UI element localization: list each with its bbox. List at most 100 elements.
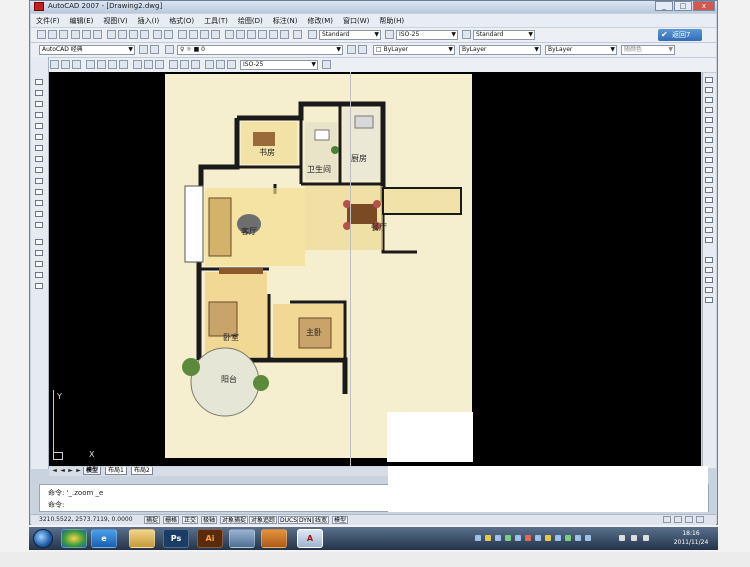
menu-modify[interactable]: 修改(M)	[302, 16, 338, 26]
send-under-icon[interactable]	[705, 297, 713, 303]
tray-icon-7[interactable]	[535, 535, 541, 541]
snap-toggle[interactable]: 捕捉	[144, 516, 161, 524]
send-back-icon[interactable]	[705, 277, 713, 283]
clean-screen-icon[interactable]	[696, 516, 704, 523]
match-properties-icon[interactable]	[140, 30, 149, 39]
dim-text-edit-icon[interactable]	[216, 60, 225, 69]
tray-icon-10[interactable]	[565, 535, 571, 541]
tray-icon-1[interactable]	[475, 535, 481, 541]
table-icon[interactable]	[35, 272, 43, 278]
aligned-dim-icon[interactable]	[50, 60, 59, 69]
minimize-button[interactable]: _	[655, 1, 673, 11]
tray-icon-2[interactable]	[485, 535, 491, 541]
ordinate-dim-icon[interactable]	[72, 60, 81, 69]
return-win7-button[interactable]: ✔ 返回7	[658, 29, 702, 41]
offset-icon[interactable]	[705, 107, 713, 113]
draw-order-icon[interactable]	[705, 257, 713, 263]
quick-leader-icon[interactable]	[169, 60, 178, 69]
tray-icon-8[interactable]	[545, 535, 551, 541]
taskbar-window-icon[interactable]	[229, 529, 255, 548]
layer-previous-icon[interactable]	[358, 45, 367, 54]
tray-icon-3[interactable]	[495, 535, 501, 541]
tray-icon-12[interactable]	[585, 535, 591, 541]
taskbar-illustrator-icon[interactable]: Ai	[197, 529, 223, 548]
dim-style-control-dropdown[interactable]: ISO-25 ▼	[240, 60, 318, 70]
communication-center-icon[interactable]	[663, 516, 671, 523]
quick-dim-icon[interactable]	[133, 60, 142, 69]
stretch-icon[interactable]	[705, 157, 713, 163]
design-center-icon[interactable]	[236, 30, 245, 39]
tray-icon-4[interactable]	[505, 535, 511, 541]
diameter-dim-icon[interactable]	[108, 60, 117, 69]
rotate-icon[interactable]	[705, 137, 713, 143]
center-mark-icon[interactable]	[191, 60, 200, 69]
lock-icon[interactable]	[674, 516, 682, 523]
help-icon[interactable]	[293, 30, 302, 39]
menu-file[interactable]: 文件(F)	[31, 16, 65, 26]
properties-icon[interactable]	[225, 30, 234, 39]
arc-length-icon[interactable]	[61, 60, 70, 69]
dim-edit-icon[interactable]	[205, 60, 214, 69]
open-icon[interactable]	[48, 30, 57, 39]
radius-dim-icon[interactable]	[86, 60, 95, 69]
table-style-dropdown[interactable]: Standard ▼	[473, 30, 535, 40]
menu-dimension[interactable]: 标注(N)	[268, 16, 303, 26]
zoom-previous-icon[interactable]	[211, 30, 220, 39]
save-icon[interactable]	[59, 30, 68, 39]
make-block-icon[interactable]	[35, 211, 43, 217]
grid-toggle[interactable]: 栅格	[163, 516, 180, 524]
menu-help[interactable]: 帮助(H)	[374, 16, 409, 26]
linetype-control-dropdown[interactable]: ByLayer ▼	[459, 45, 541, 55]
fillet-icon[interactable]	[705, 227, 713, 233]
taskbar-home-icon[interactable]	[261, 529, 287, 548]
dyn-toggle[interactable]: DYN	[297, 516, 314, 524]
otrack-toggle[interactable]: 对象追踪	[249, 516, 278, 524]
redo-icon[interactable]	[164, 30, 173, 39]
maximize-button[interactable]: □	[674, 1, 692, 11]
tolerance-icon[interactable]	[180, 60, 189, 69]
lineweight-control-dropdown[interactable]: ByLayer ▼	[545, 45, 617, 55]
point-icon[interactable]	[35, 222, 43, 228]
explode-icon[interactable]	[705, 237, 713, 243]
quickcalc-icon[interactable]	[280, 30, 289, 39]
ortho-toggle[interactable]: 正交	[182, 516, 199, 524]
volume-icon[interactable]	[631, 535, 637, 541]
tray-icon-5[interactable]	[515, 535, 521, 541]
ellipse-arc-icon[interactable]	[35, 189, 43, 195]
mirror-icon[interactable]	[705, 97, 713, 103]
print-icon[interactable]	[71, 30, 80, 39]
next-tab-icon[interactable]: ►	[67, 467, 74, 475]
markup-icon[interactable]	[269, 30, 278, 39]
arc-icon[interactable]	[35, 134, 43, 140]
dim-style-dropdown[interactable]: ISO-25 ▼	[396, 30, 458, 40]
color-control-dropdown[interactable]: □ ByLayer ▼	[373, 45, 455, 55]
plot-preview-icon[interactable]	[82, 30, 91, 39]
workspace-settings-icon[interactable]	[139, 45, 148, 54]
first-tab-icon[interactable]: ◄	[51, 467, 58, 475]
menu-view[interactable]: 视图(V)	[98, 16, 132, 26]
bring-front-icon[interactable]	[705, 267, 713, 273]
tray-icon-6[interactable]	[525, 535, 531, 541]
dimension-style-icon[interactable]	[322, 60, 331, 69]
multiline-text-icon[interactable]	[35, 283, 43, 289]
taskbar-clock[interactable]: 18:16 2011/11/24	[670, 529, 712, 547]
menu-tools[interactable]: 工具(T)	[199, 16, 233, 26]
region-icon[interactable]	[35, 261, 43, 267]
layer-properties-icon[interactable]	[165, 45, 174, 54]
scale-icon[interactable]	[705, 147, 713, 153]
tab-layout1[interactable]: 布局1	[105, 467, 127, 475]
menu-window[interactable]: 窗口(W)	[338, 16, 374, 26]
undo-icon[interactable]	[153, 30, 162, 39]
cut-icon[interactable]	[107, 30, 116, 39]
construction-line-icon[interactable]	[35, 90, 43, 96]
drawing-canvas[interactable]: 书房 卫生间 厨房 客厅 餐厅 卧室 主卧 阳台 Y X	[49, 72, 701, 466]
menu-edit[interactable]: 编辑(E)	[65, 16, 99, 26]
taskbar-firefox-icon[interactable]	[61, 529, 87, 548]
continue-dim-icon[interactable]	[155, 60, 164, 69]
join-icon[interactable]	[705, 207, 713, 213]
revision-cloud-icon[interactable]	[35, 156, 43, 162]
make-object-layer-current-icon[interactable]	[347, 45, 356, 54]
line-icon[interactable]	[35, 79, 43, 85]
network-icon[interactable]	[619, 535, 625, 541]
dim-update-icon[interactable]	[227, 60, 236, 69]
